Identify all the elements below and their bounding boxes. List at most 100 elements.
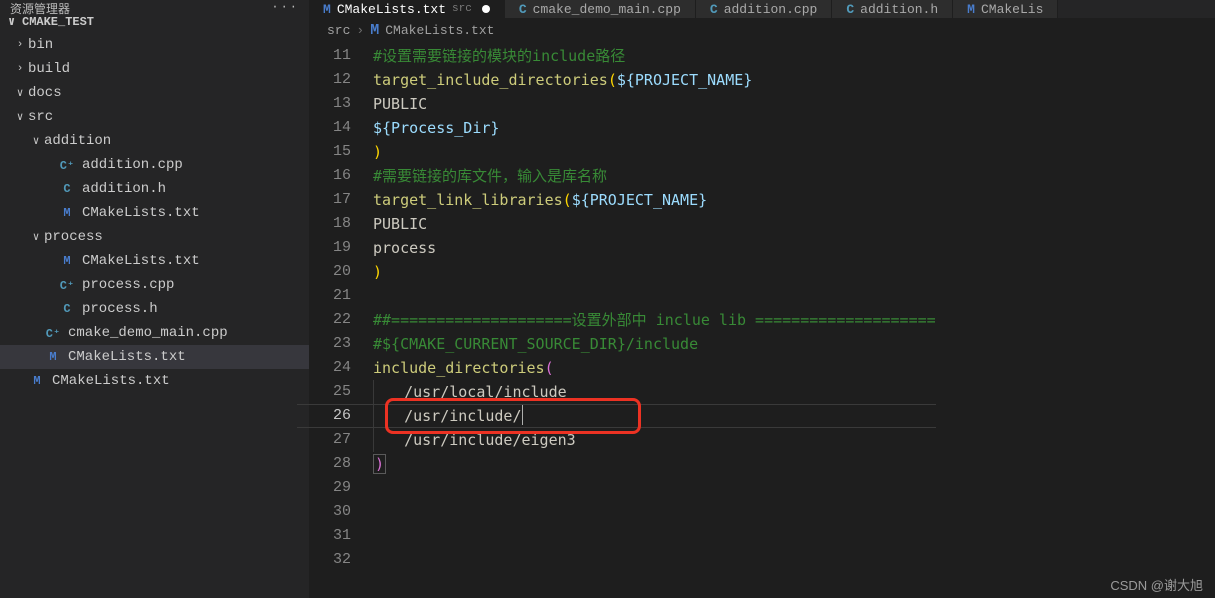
sidebar-panel-title: 资源管理器 ··· (0, 0, 309, 10)
line-number: 29 (309, 476, 351, 500)
file-icon: C⁺ (58, 156, 76, 174)
editor-tab[interactable]: M CMakeLists.txt src (309, 0, 505, 18)
code-line[interactable]: /usr/include/eigen3 (373, 428, 936, 452)
line-number: 14 (309, 116, 351, 140)
item-label: process (44, 229, 103, 245)
code-line[interactable]: ) (373, 260, 936, 284)
editor-tab[interactable]: MCMakeLis (953, 0, 1058, 18)
code-line[interactable] (373, 524, 936, 548)
code-line[interactable]: target_link_libraries(${PROJECT_NAME} (373, 188, 936, 212)
tree-file[interactable]: Cprocess.h (0, 297, 309, 321)
code-line[interactable]: ##====================设置外部中 inclue lib =… (373, 308, 936, 332)
tab-bar: MCMakeLists.txtsrcCcmake_demo_main.cppCa… (309, 0, 1215, 18)
chevron-icon: ∨ (12, 109, 28, 125)
tab-label: addition.h (860, 2, 938, 17)
line-number: 12 (309, 68, 351, 92)
line-number: 30 (309, 500, 351, 524)
file-icon: M (967, 2, 975, 17)
line-number: 19 (309, 236, 351, 260)
tree-folder[interactable]: ∨process (0, 225, 309, 249)
line-number: 16 (309, 164, 351, 188)
line-number: 13 (309, 92, 351, 116)
line-number: 27 (309, 428, 351, 452)
code-line[interactable]: ${Process_Dir} (373, 116, 936, 140)
code-area[interactable]: 1112131415161718192021222324252627282930… (309, 42, 1215, 598)
line-number: 15 (309, 140, 351, 164)
code-line[interactable]: target_include_directories(${PROJECT_NAM… (373, 68, 936, 92)
editor-tab[interactable]: Caddition.cpp (696, 0, 832, 18)
code-line[interactable] (373, 500, 936, 524)
item-label: CMakeLists.txt (52, 373, 170, 389)
line-number: 24 (309, 356, 351, 380)
code-line[interactable] (373, 548, 936, 572)
item-label: addition (44, 133, 111, 149)
editor-tab[interactable]: Caddition.h (832, 0, 953, 18)
code-line[interactable]: PUBLIC (373, 92, 936, 116)
code-line[interactable]: #需要链接的库文件，输入是库名称 (373, 164, 936, 188)
code-line[interactable] (373, 284, 936, 308)
line-number: 32 (309, 548, 351, 572)
sidebar: 资源管理器 ··· ∨ CMAKE_TEST ›bin›build∨docs∨s… (0, 0, 309, 598)
tree-file[interactable]: C⁺ addition.cpp (0, 153, 309, 177)
item-label: CMakeLists.txt (68, 349, 186, 365)
item-label: CMakeLists.txt (82, 205, 200, 221)
tree-file[interactable]: C⁺cmake_demo_main.cpp (0, 321, 309, 345)
tree-file[interactable]: MCMakeLists.txt (0, 201, 309, 225)
breadcrumb-seg[interactable]: src (327, 23, 350, 38)
project-header[interactable]: ∨ CMAKE_TEST (0, 10, 309, 33)
item-label: cmake_demo_main.cpp (68, 325, 228, 341)
item-label: src (28, 109, 53, 125)
code-line[interactable]: PUBLIC (373, 212, 936, 236)
line-number: 31 (309, 524, 351, 548)
code-line[interactable]: #设置需要链接的模块的include路径 (373, 44, 936, 68)
file-icon: C (519, 2, 527, 17)
chevron-icon: › (12, 61, 28, 77)
code-line[interactable]: process (373, 236, 936, 260)
tree-folder[interactable]: ∨src (0, 105, 309, 129)
cmake-icon: M (370, 22, 379, 39)
file-icon: C (58, 300, 76, 318)
file-icon: M (323, 2, 331, 17)
tab-label: CMakeLists.txt (337, 2, 446, 17)
line-number: 26 (309, 404, 351, 428)
chevron-icon: ∨ (28, 133, 44, 149)
line-number: 28 (309, 452, 351, 476)
code-line[interactable]: /usr/local/include (373, 380, 936, 404)
file-icon: M (58, 252, 76, 270)
code-line[interactable]: ) (373, 452, 936, 476)
editor-tab[interactable]: Ccmake_demo_main.cpp (505, 0, 696, 18)
code-line[interactable]: include_directories( (373, 356, 936, 380)
chevron-down-icon: ∨ (8, 14, 22, 29)
code-line[interactable] (373, 476, 936, 500)
tree-folder[interactable]: ›build (0, 57, 309, 81)
breadcrumb-seg[interactable]: CMakeLists.txt (385, 23, 494, 38)
tree-file[interactable]: MCMakeLists.txt (0, 369, 309, 393)
tree-file[interactable]: C⁺process.cpp (0, 273, 309, 297)
tree-file[interactable]: MCMakeLists.txt (0, 249, 309, 273)
code-line[interactable]: ) (373, 140, 936, 164)
file-icon: C (58, 180, 76, 198)
tree-folder[interactable]: ›bin (0, 33, 309, 57)
tree-folder[interactable]: ∨addition (0, 129, 309, 153)
breadcrumb[interactable]: src › M CMakeLists.txt (309, 18, 1215, 42)
file-icon: M (44, 348, 62, 366)
item-label: build (28, 61, 70, 77)
line-number: 23 (309, 332, 351, 356)
dirty-indicator-icon (482, 5, 490, 13)
code-line[interactable]: /usr/include/ (373, 404, 936, 428)
item-label: process.cpp (82, 277, 174, 293)
line-number: 17 (309, 188, 351, 212)
code-content[interactable]: #设置需要链接的模块的include路径target_include_direc… (373, 44, 936, 598)
tree-file[interactable]: Caddition.h (0, 177, 309, 201)
line-number: 11 (309, 44, 351, 68)
item-label: addition.cpp (82, 157, 183, 173)
file-icon: C (710, 2, 718, 17)
chevron-icon: ∨ (12, 85, 28, 101)
tree-file[interactable]: M CMakeLists.txt (0, 345, 309, 369)
tab-label: addition.cpp (724, 2, 818, 17)
code-line[interactable]: #${CMAKE_CURRENT_SOURCE_DIR}/include (373, 332, 936, 356)
file-tree: ›bin›build∨docs∨src∨additionC⁺addition.c… (0, 33, 309, 393)
item-label: addition.h (82, 181, 166, 197)
tree-folder[interactable]: ∨docs (0, 81, 309, 105)
tab-path: src (452, 3, 472, 15)
